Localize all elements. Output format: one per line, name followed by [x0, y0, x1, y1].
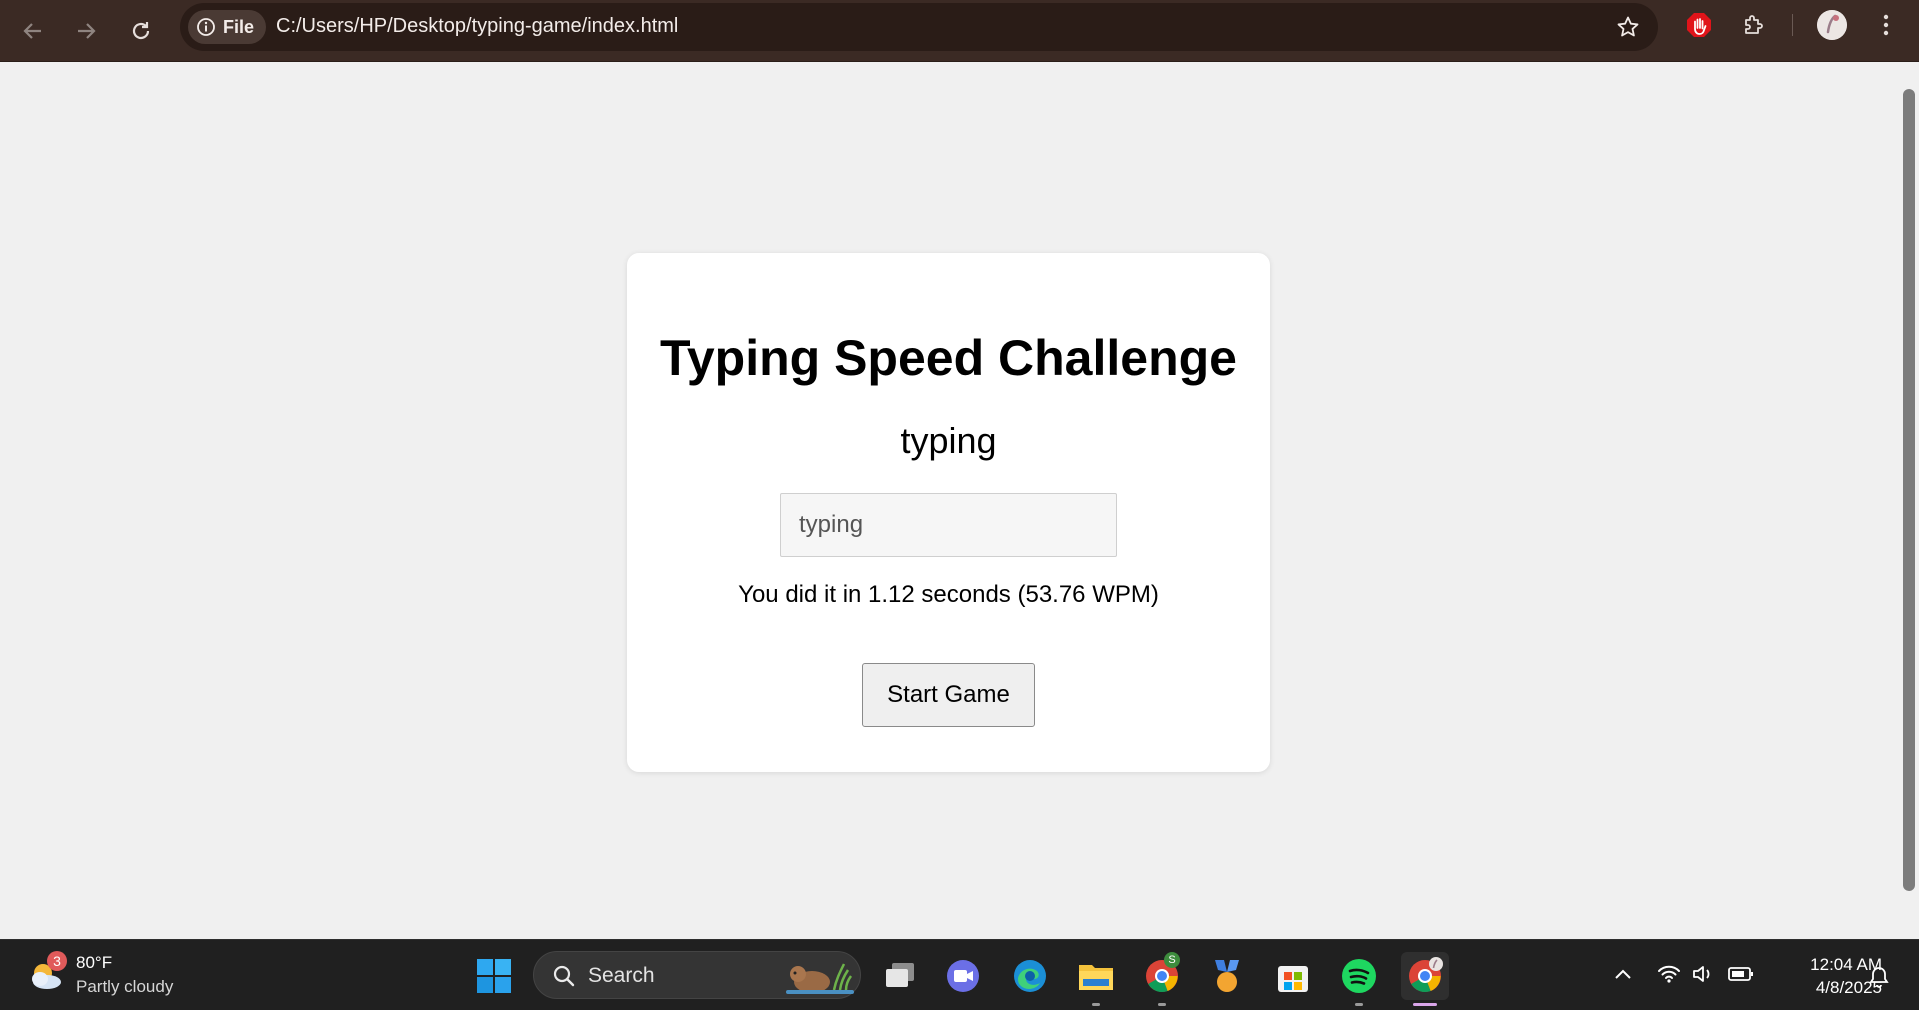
chrome-icon	[1409, 957, 1443, 993]
site-info-chip[interactable]: File	[188, 10, 267, 44]
start-game-button[interactable]: Start Game	[862, 663, 1035, 727]
typing-input[interactable]	[780, 493, 1117, 557]
back-button[interactable]	[12, 10, 54, 52]
windows-logo-icon	[477, 959, 511, 993]
url-text[interactable]: C:/Users/HP/Desktop/typing-game/index.ht…	[276, 15, 678, 38]
running-indicator	[1158, 1003, 1166, 1006]
partly-cloudy-icon: 3	[26, 951, 70, 997]
result-message: You did it in 1.12 seconds (53.76 WPM)	[738, 581, 1159, 608]
reload-icon	[132, 22, 150, 40]
video-chat-icon	[947, 960, 979, 992]
speaker-icon	[1693, 966, 1710, 982]
chrome-profile-badge: S	[1164, 952, 1180, 968]
battery-button[interactable]	[1728, 961, 1754, 987]
system-clock[interactable]: 12:04 AM 4/8/2025	[1762, 953, 1882, 999]
puzzle-icon	[1745, 15, 1763, 34]
star-icon	[1617, 16, 1639, 37]
clock-date: 4/8/2025	[1815, 978, 1882, 997]
running-indicator	[1355, 1003, 1363, 1006]
start-button[interactable]	[470, 952, 518, 1000]
windows-taskbar: 3 80°F Partly cloudy Search S 12:04 AM 4…	[0, 939, 1919, 1010]
search-icon	[553, 965, 575, 987]
browser-menu-button[interactable]	[1870, 9, 1902, 41]
game-title: Typing Speed Challenge	[660, 330, 1237, 386]
task-view-icon	[886, 963, 914, 987]
scrollbar-thumb[interactable]	[1903, 89, 1915, 891]
adblock-extension-button[interactable]	[1683, 9, 1715, 41]
forward-button[interactable]	[65, 10, 107, 52]
edge-button[interactable]	[1006, 952, 1054, 1000]
medal-icon	[1215, 960, 1239, 992]
beaver-illustration-icon	[786, 963, 854, 994]
notifications-button[interactable]	[1866, 964, 1892, 990]
medal-app-button[interactable]	[1203, 952, 1251, 1000]
spotify-icon	[1342, 959, 1376, 993]
toolbar-divider	[1792, 14, 1793, 36]
target-word: typing	[900, 420, 997, 461]
profile-avatar[interactable]	[1817, 10, 1847, 40]
show-hidden-icons-button[interactable]	[1610, 961, 1636, 987]
wifi-icon	[1658, 965, 1680, 983]
site-chip-label: File	[223, 16, 255, 37]
weather-description: Partly cloudy	[76, 977, 174, 996]
clock-time: 12:04 AM	[1810, 955, 1882, 974]
running-indicator	[1092, 1003, 1100, 1006]
arrow-right-icon	[78, 23, 96, 39]
bookmark-star-button[interactable]	[1612, 11, 1644, 43]
arrow-left-icon	[23, 23, 41, 39]
weather-badge: 3	[47, 951, 67, 971]
game-card: Typing Speed Challenge typing You did it…	[627, 253, 1270, 772]
chrome-active-button[interactable]	[1401, 952, 1449, 1006]
browser-toolbar: File C:/Users/HP/Desktop/typing-game/ind…	[0, 0, 1919, 62]
extensions-button[interactable]	[1738, 9, 1770, 41]
battery-icon	[1728, 967, 1753, 981]
taskbar-search[interactable]: Search	[533, 951, 861, 999]
wifi-button[interactable]	[1656, 961, 1682, 987]
edge-browser-icon	[1014, 960, 1046, 992]
folder-icon	[1079, 965, 1113, 990]
search-label: Search	[588, 964, 655, 987]
task-view-button[interactable]	[876, 952, 924, 1000]
microsoft-store-button[interactable]	[1269, 952, 1317, 1000]
chevron-up-icon	[1615, 969, 1631, 979]
volume-button[interactable]	[1690, 961, 1716, 987]
more-vertical-icon	[1883, 14, 1889, 36]
meet-app-button[interactable]	[939, 952, 987, 1000]
file-explorer-button[interactable]	[1072, 952, 1120, 1006]
spotify-button[interactable]	[1335, 952, 1383, 1006]
notification-bell-icon	[1869, 967, 1889, 988]
chrome-profile-button[interactable]: S	[1138, 952, 1186, 1006]
avatar-image	[1817, 10, 1847, 40]
store-icon	[1278, 966, 1308, 992]
active-indicator	[1413, 1003, 1437, 1006]
weather-widget[interactable]: 3 80°F Partly cloudy	[26, 950, 173, 1000]
address-bar[interactable]: File C:/Users/HP/Desktop/typing-game/ind…	[180, 3, 1658, 51]
hand-stop-icon	[1687, 13, 1711, 37]
weather-temperature: 80°F	[76, 953, 113, 972]
reload-button[interactable]	[120, 10, 162, 52]
info-icon	[197, 18, 215, 36]
